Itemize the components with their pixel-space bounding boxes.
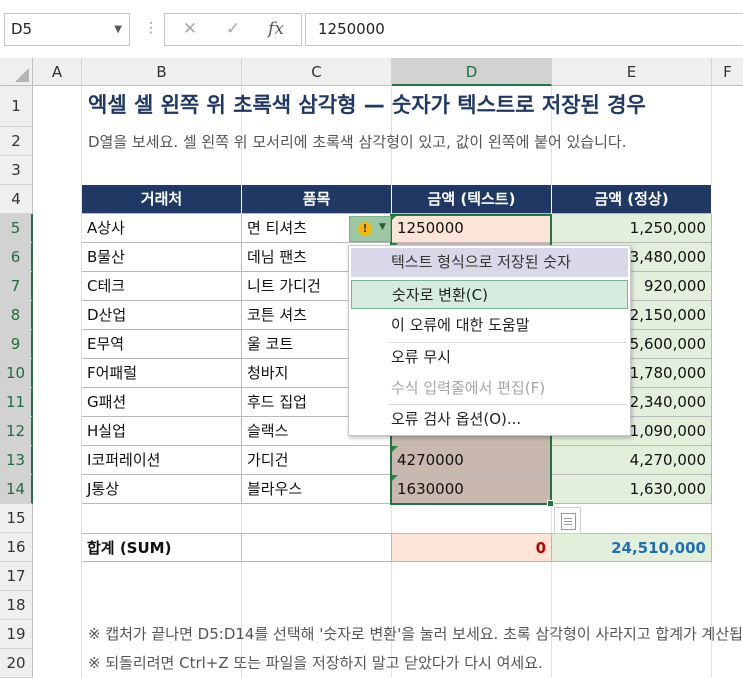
row-header-13[interactable]: 13 [0, 446, 33, 475]
column-header-b[interactable]: B [82, 58, 242, 86]
insert-function-icon[interactable]: fx [261, 14, 291, 45]
row-header-15[interactable]: 15 [0, 504, 33, 533]
select-all-button[interactable] [0, 58, 33, 86]
menu-item-ignore-error[interactable]: 오류 무시 [351, 343, 628, 372]
quick-analysis-button[interactable] [554, 507, 581, 534]
row-header-16[interactable]: 16 [0, 533, 33, 562]
column-header-a[interactable]: A [33, 58, 82, 86]
header-amount-text[interactable]: 금액 (텍스트) [392, 185, 552, 214]
row-header-6[interactable]: 6 [0, 243, 33, 272]
column-header-e[interactable]: E [552, 58, 712, 86]
header-vendor[interactable]: 거래처 [82, 185, 242, 214]
row-header-8[interactable]: 8 [0, 301, 33, 330]
amount-normal-cell[interactable]: 1,630,000 [552, 475, 712, 504]
row-header-19[interactable]: 19 [0, 620, 33, 649]
vendor-cell[interactable]: F어패럴 [82, 359, 242, 388]
error-check-button[interactable]: ! ▼ [349, 216, 391, 242]
row-header-12[interactable]: 12 [0, 417, 33, 446]
vendor-cell[interactable]: G패션 [82, 388, 242, 417]
vendor-cell[interactable]: D산업 [82, 301, 242, 330]
formula-input[interactable]: 1250000 [305, 13, 743, 46]
total-text-sum-cell[interactable]: 0 [392, 533, 552, 562]
row-header-4[interactable]: 4 [0, 185, 33, 214]
menu-header: 텍스트 형식으로 저장된 숫자 [351, 248, 628, 277]
chevron-down-icon: ▼ [379, 222, 386, 232]
error-options-menu: 텍스트 형식으로 저장된 숫자 숫자로 변환(C) 이 오류에 대한 도움말 오… [348, 245, 631, 436]
row-header-11[interactable]: 11 [0, 388, 33, 417]
row-header-17[interactable]: 17 [0, 562, 33, 591]
row-header-18[interactable]: 18 [0, 591, 33, 620]
row-header-20[interactable]: 20 [0, 649, 33, 678]
quick-analysis-icon [561, 513, 576, 530]
formula-bar-drag-handle[interactable]: ⋮ [144, 13, 158, 46]
fill-handle[interactable] [547, 500, 554, 507]
note-line[interactable]: ※ 캡처가 끝나면 D5:D14를 선택해 '숫자로 변환'을 눌러 보세요. … [88, 620, 743, 648]
note-line[interactable]: ※ 되돌리려면 Ctrl+Z 또는 파일을 저장하지 말고 닫았다가 다시 여세… [88, 649, 743, 677]
name-box[interactable]: D5 ▼ [4, 13, 130, 46]
row-header-2[interactable]: 2 [0, 127, 33, 156]
vendor-cell[interactable]: J통상 [82, 475, 242, 504]
column-header-c[interactable]: C [242, 58, 392, 86]
vendor-cell[interactable]: I코퍼레이션 [82, 446, 242, 475]
amount-normal-cell[interactable]: 4,270,000 [552, 446, 712, 475]
vendor-cell[interactable]: H실업 [82, 417, 242, 446]
vendor-cell[interactable]: A상사 [82, 214, 242, 243]
header-item[interactable]: 품목 [242, 185, 392, 214]
menu-item-convert-to-number[interactable]: 숫자로 변환(C) [351, 280, 628, 309]
header-amount-normal[interactable]: 금액 (정상) [552, 185, 712, 214]
row-header-3[interactable]: 3 [0, 156, 33, 185]
vendor-cell[interactable]: E무역 [82, 330, 242, 359]
formula-buttons: ✕ ✓ fx [164, 13, 302, 46]
vendor-cell[interactable]: C테크 [82, 272, 242, 301]
row-header-1[interactable]: 1 [0, 86, 33, 127]
total-label-cell[interactable]: 합계 (SUM) [82, 533, 242, 562]
enter-icon[interactable]: ✓ [218, 14, 248, 45]
row-header-10[interactable]: 10 [0, 359, 33, 388]
total-normal-sum-cell[interactable]: 24,510,000 [552, 533, 712, 562]
column-header-d[interactable]: D [392, 58, 552, 86]
sheet-subtitle[interactable]: D열을 보세요. 셀 왼쪽 위 모서리에 초록색 삼각형이 있고, 값이 왼쪽에… [88, 128, 743, 156]
item-cell[interactable]: 가디건 [242, 446, 392, 475]
warning-icon: ! [358, 222, 372, 236]
item-cell[interactable]: 블라우스 [242, 475, 392, 504]
row-header-14[interactable]: 14 [0, 475, 33, 504]
menu-item-help[interactable]: 이 오류에 대한 도움말 [351, 311, 628, 340]
menu-item-edit-in-formula-bar[interactable]: 수식 입력줄에서 편집(F) [351, 374, 628, 403]
vendor-cell[interactable]: B물산 [82, 243, 242, 272]
row-header-7[interactable]: 7 [0, 272, 33, 301]
amount-normal-cell[interactable]: 1,250,000 [552, 214, 712, 243]
column-header-f[interactable]: F [712, 58, 743, 86]
name-box-value: D5 [11, 20, 33, 38]
sheet-title[interactable]: 엑셀 셀 왼쪽 위 초록색 삼각형 — 숫자가 텍스트로 저장된 경우 [88, 87, 743, 123]
total-empty-cell[interactable] [242, 533, 392, 562]
row-header-5[interactable]: 5 [0, 214, 33, 243]
chevron-down-icon[interactable]: ▼ [114, 14, 122, 45]
row-header-9[interactable]: 9 [0, 330, 33, 359]
cancel-icon[interactable]: ✕ [175, 14, 205, 45]
menu-item-error-checking-options[interactable]: 오류 검사 옵션(O)... [351, 405, 628, 434]
